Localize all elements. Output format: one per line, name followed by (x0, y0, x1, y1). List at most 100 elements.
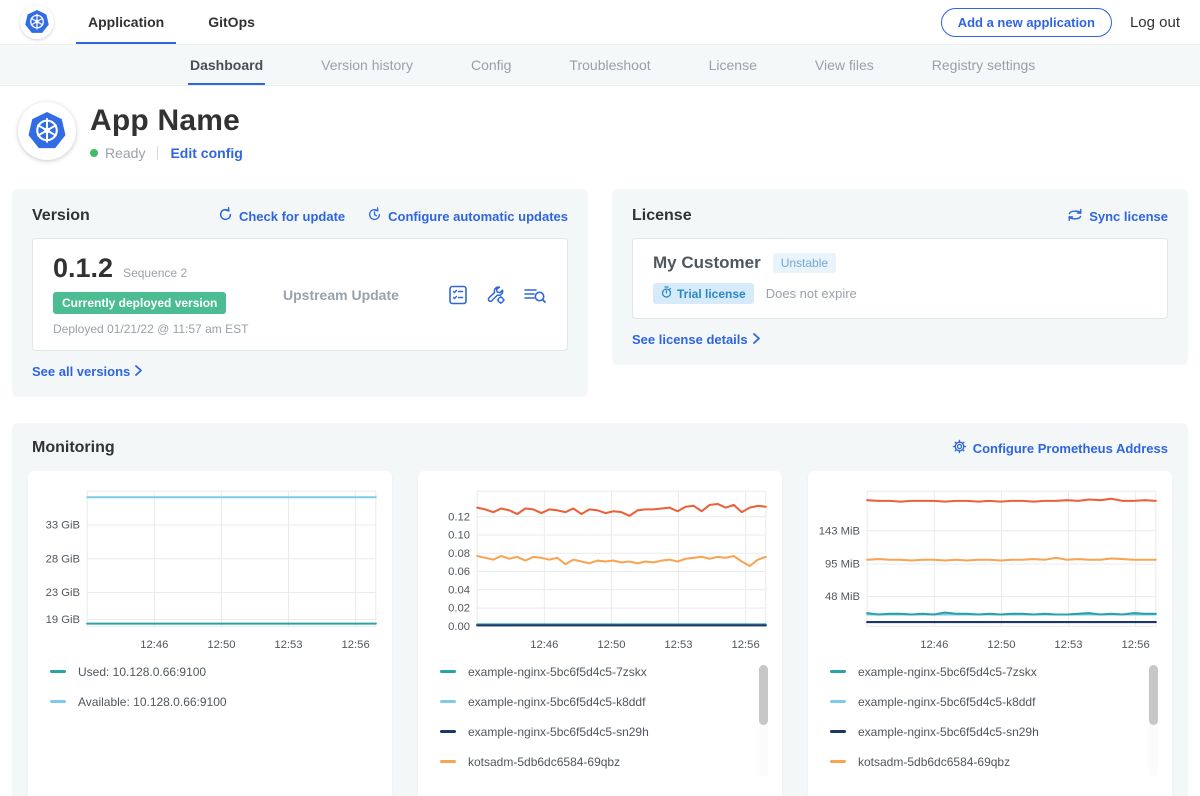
app-kubernetes-icon (18, 102, 76, 160)
svg-text:12:56: 12:56 (1122, 639, 1150, 651)
svg-text:12:46: 12:46 (920, 639, 948, 651)
legend-swatch (440, 700, 456, 703)
legend-item: example-nginx-5bc6f5d4c5-7zskx (440, 665, 770, 679)
legend-item: example-nginx-5bc6f5d4c5-7zskx (830, 665, 1160, 679)
deploy-logs-icon[interactable] (523, 284, 547, 306)
app-header: App Name Ready Edit config (0, 86, 1200, 175)
version-card-title: Version (32, 207, 90, 225)
legend-label: example-nginx-5bc6f5d4c5-sn29h (468, 725, 649, 739)
subnav-version-history[interactable]: Version history (319, 45, 415, 85)
subnav-config[interactable]: Config (469, 45, 513, 85)
svg-text:0.02: 0.02 (448, 603, 470, 615)
cpu-usage-plot: 0.120.100.080.060.040.020.0012:4612:5012… (426, 483, 774, 655)
view-config-wrench-icon[interactable] (485, 284, 507, 306)
legend-item: kotsadm-5db6dc6584-69qbz (440, 755, 770, 769)
legend-label: example-nginx-5bc6f5d4c5-sn29h (858, 725, 1039, 739)
svg-text:33 GiB: 33 GiB (46, 520, 80, 532)
logout-button[interactable]: Log out (1130, 14, 1180, 31)
sync-arrows-icon (1067, 208, 1083, 225)
tab-application[interactable]: Application (82, 0, 170, 44)
legend-swatch (440, 760, 456, 763)
currently-deployed-badge: Currently deployed version (53, 292, 226, 314)
svg-text:12:53: 12:53 (664, 639, 692, 651)
svg-text:12:56: 12:56 (732, 639, 760, 651)
tab-application-label: Application (88, 14, 164, 30)
memory-usage-plot: 143 MiB95 MiB48 MiB12:4612:5012:5312:56 (816, 483, 1164, 655)
svg-text:23 GiB: 23 GiB (46, 587, 80, 599)
deployed-timestamp: Deployed 01/21/22 @ 11:57 am EST (53, 322, 283, 336)
current-version-box: 0.1.2 Sequence 2 Currently deployed vers… (32, 238, 568, 351)
svg-text:12:46: 12:46 (140, 639, 168, 651)
subnav-troubleshoot-label: Troubleshoot (569, 57, 650, 73)
svg-text:0.04: 0.04 (448, 584, 470, 596)
license-expiration: Does not expire (766, 286, 857, 301)
legend-scrollbar-thumb[interactable] (759, 665, 768, 725)
license-card: License Sync license My Customer Unstabl… (612, 189, 1188, 365)
legend-swatch (50, 670, 66, 673)
subnav-dashboard-label: Dashboard (190, 57, 263, 73)
configure-prometheus-link[interactable]: Configure Prometheus Address (952, 439, 1168, 457)
add-new-application-button[interactable]: Add a new application (941, 8, 1112, 37)
legend-label: Used: 10.128.0.66:9100 (78, 665, 206, 679)
tab-gitops[interactable]: GitOps (202, 0, 261, 44)
memory-usage-chart-card: 143 MiB95 MiB48 MiB12:4612:5012:5312:56 … (808, 471, 1172, 796)
subnav-view-files-label: View files (815, 57, 874, 73)
legend-item: kotsadm-5db6dc6584-69qbz (830, 755, 1160, 769)
see-all-versions-link[interactable]: See all versions (32, 364, 143, 379)
svg-text:95 MiB: 95 MiB (825, 559, 860, 571)
chevron-right-icon (134, 364, 143, 379)
subnav-license[interactable]: License (707, 45, 759, 85)
legend-scrollbar[interactable] (1149, 665, 1158, 777)
subnav-license-label: License (709, 57, 757, 73)
disk-usage-legend: Used: 10.128.0.66:9100Available: 10.128.… (50, 665, 380, 787)
legend-scrollbar[interactable] (759, 665, 768, 777)
stopwatch-icon (661, 286, 672, 301)
configure-automatic-updates-link[interactable]: Configure automatic updates (367, 207, 568, 225)
monitoring-card: Monitoring Configure Prometheus Address … (12, 423, 1188, 796)
channel-badge: Unstable (773, 253, 836, 273)
tab-gitops-label: GitOps (208, 14, 255, 30)
legend-item: example-nginx-5bc6f5d4c5-sn29h (830, 725, 1160, 739)
subnav-version-history-label: Version history (321, 57, 413, 73)
memory-usage-legend: example-nginx-5bc6f5d4c5-7zskx example-ng… (830, 665, 1160, 787)
check-for-update-link[interactable]: Check for update (218, 207, 345, 225)
svg-text:12:53: 12:53 (274, 639, 302, 651)
svg-text:0.12: 0.12 (448, 511, 470, 523)
legend-swatch (440, 730, 456, 733)
license-details-box: My Customer Unstable Trial license Does … (632, 238, 1168, 319)
see-license-details-link[interactable]: See license details (632, 332, 761, 347)
svg-text:12:46: 12:46 (530, 639, 558, 651)
divider (157, 146, 158, 160)
svg-text:143 MiB: 143 MiB (819, 525, 860, 537)
see-all-versions-label: See all versions (32, 364, 130, 379)
subnav-dashboard[interactable]: Dashboard (188, 45, 265, 85)
legend-item: example-nginx-5bc6f5d4c5-k8ddf (830, 695, 1160, 709)
legend-label: kotsadm-5db6dc6584-69qbz (468, 755, 620, 769)
version-card: Version Check for update Configure autom… (12, 189, 588, 397)
check-for-update-label: Check for update (239, 209, 345, 224)
legend-scrollbar-thumb[interactable] (1149, 665, 1158, 725)
app-sub-nav: Dashboard Version history Config Trouble… (0, 44, 1200, 86)
version-number: 0.1.2 (53, 253, 113, 284)
subnav-view-files[interactable]: View files (813, 45, 876, 85)
sync-license-link[interactable]: Sync license (1067, 208, 1168, 225)
trial-license-badge: Trial license (653, 283, 754, 304)
refresh-icon (218, 207, 233, 225)
kubernetes-logo-icon (20, 5, 54, 39)
preflight-checks-icon[interactable] (447, 284, 469, 306)
svg-text:0.06: 0.06 (448, 566, 470, 578)
subnav-troubleshoot[interactable]: Troubleshoot (567, 45, 652, 85)
subnav-registry-settings-label: Registry settings (932, 57, 1035, 73)
chevron-right-icon (752, 332, 761, 347)
configure-prometheus-label: Configure Prometheus Address (973, 441, 1168, 456)
app-title: App Name (90, 104, 243, 138)
monitoring-title: Monitoring (32, 439, 115, 457)
subnav-registry-settings[interactable]: Registry settings (930, 45, 1037, 85)
disk-usage-plot: 33 GiB28 GiB23 GiB19 GiB12:4612:5012:531… (36, 483, 384, 655)
legend-swatch (830, 700, 846, 703)
edit-config-link[interactable]: Edit config (170, 145, 242, 161)
svg-text:12:50: 12:50 (597, 639, 625, 651)
legend-item: Used: 10.128.0.66:9100 (50, 665, 380, 679)
svg-text:0.00: 0.00 (448, 621, 470, 633)
version-sequence: Sequence 2 (123, 266, 187, 280)
